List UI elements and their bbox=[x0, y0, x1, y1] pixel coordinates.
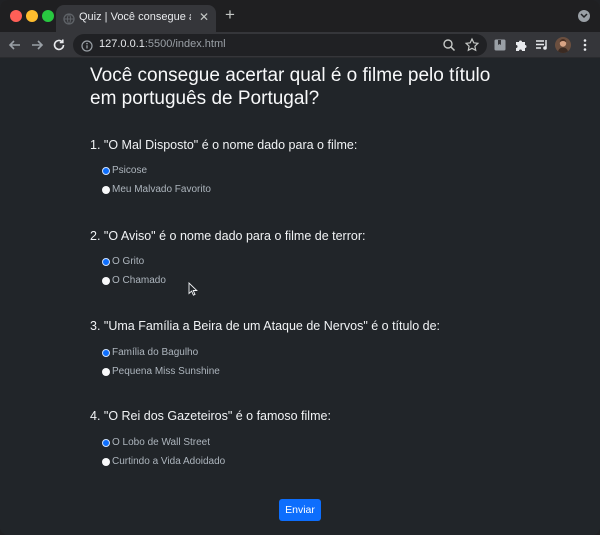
radio-button[interactable] bbox=[102, 186, 110, 194]
media-control-icon[interactable] bbox=[534, 37, 550, 53]
option-label: O Lobo de Wall Street bbox=[112, 437, 211, 448]
option-meu-malvado-favorito[interactable]: Meu Malvado Favorito bbox=[102, 183, 402, 197]
tab-search-icon[interactable] bbox=[578, 10, 590, 22]
reload-icon[interactable] bbox=[50, 36, 68, 54]
browser-tab[interactable]: Quiz | Você consegue acertar qual é o fi… bbox=[56, 5, 216, 32]
option-label: O Chamado bbox=[112, 275, 166, 286]
option-psicose[interactable]: Psicose bbox=[102, 164, 402, 178]
globe-icon bbox=[63, 12, 75, 25]
close-tab-icon[interactable]: ✕ bbox=[197, 10, 211, 24]
question-text: 1. "O Mal Disposto" é o nome dado para o… bbox=[90, 138, 358, 152]
new-tab-icon[interactable]: + bbox=[222, 6, 238, 23]
page-title: Você consegue acertar qual é o filme pel… bbox=[90, 65, 491, 109]
browser-toolbar: 127.0.0.1:5500/index.html bbox=[0, 32, 600, 58]
close-window-icon[interactable] bbox=[10, 10, 22, 22]
mouse-cursor-icon bbox=[188, 281, 198, 296]
option-o-lobo-de-wall-street[interactable]: O Lobo de Wall Street bbox=[102, 436, 402, 450]
puzzle-icon[interactable] bbox=[513, 37, 529, 53]
url-path: :5500/index.html bbox=[144, 38, 226, 50]
arrow-right-icon[interactable] bbox=[28, 36, 46, 54]
radio-button-checked[interactable] bbox=[102, 349, 110, 357]
address-bar[interactable]: 127.0.0.1:5500/index.html bbox=[73, 34, 487, 56]
url-host: 127.0.0.1 bbox=[99, 38, 145, 50]
question-text: 2. "O Aviso" é o nome dado para o filme … bbox=[90, 229, 366, 243]
radio-button-checked[interactable] bbox=[102, 258, 110, 266]
question-text: 4. "O Rei dos Gazeteiros" é o famoso fil… bbox=[90, 409, 331, 423]
option-label: Meu Malvado Favorito bbox=[112, 184, 211, 195]
radio-button[interactable] bbox=[102, 458, 110, 466]
maximize-window-icon[interactable] bbox=[42, 10, 54, 22]
option-label: Pequena Miss Sunshine bbox=[112, 366, 220, 377]
minimize-window-icon[interactable] bbox=[26, 10, 38, 22]
option-label: Psicose bbox=[112, 165, 148, 176]
option-familia-do-bagulho[interactable]: Família do Bagulho bbox=[102, 346, 402, 360]
option-o-chamado[interactable]: O Chamado bbox=[102, 274, 402, 288]
arrow-left-icon[interactable] bbox=[6, 36, 24, 54]
radio-button-checked[interactable] bbox=[102, 439, 110, 447]
question-text: 3. "Uma Família a Beira de um Ataque de … bbox=[90, 319, 441, 333]
quiz-page: Você consegue acertar qual é o filme pel… bbox=[0, 58, 600, 535]
star-icon[interactable] bbox=[464, 37, 480, 53]
avatar[interactable] bbox=[555, 37, 571, 53]
browser-window: Quiz | Você consegue acertar qual é o fi… bbox=[0, 0, 600, 535]
kebab-menu-icon[interactable] bbox=[581, 37, 589, 53]
option-label: O Grito bbox=[112, 256, 145, 267]
bookmark-extension-icon[interactable] bbox=[492, 37, 508, 53]
radio-button[interactable] bbox=[102, 277, 110, 285]
tab-title: Quiz | Você consegue acertar qual é o fi… bbox=[79, 11, 191, 23]
option-o-grito[interactable]: O Grito bbox=[102, 255, 402, 269]
option-pequena-miss-sunshine[interactable]: Pequena Miss Sunshine bbox=[102, 365, 402, 379]
url-text: 127.0.0.1:5500/index.html bbox=[99, 38, 226, 50]
tab-strip: Quiz | Você consegue acertar qual é o fi… bbox=[0, 0, 600, 32]
submit-button[interactable]: Enviar bbox=[279, 499, 321, 521]
zoom-icon[interactable] bbox=[442, 38, 456, 52]
option-label: Curtindo a Vida Adoidado bbox=[112, 456, 226, 467]
radio-button[interactable] bbox=[102, 368, 110, 376]
option-curtindo-a-vida-adoidado[interactable]: Curtindo a Vida Adoidado bbox=[102, 455, 402, 469]
info-icon[interactable] bbox=[81, 39, 93, 52]
option-label: Família do Bagulho bbox=[112, 347, 199, 358]
radio-button-checked[interactable] bbox=[102, 167, 110, 175]
